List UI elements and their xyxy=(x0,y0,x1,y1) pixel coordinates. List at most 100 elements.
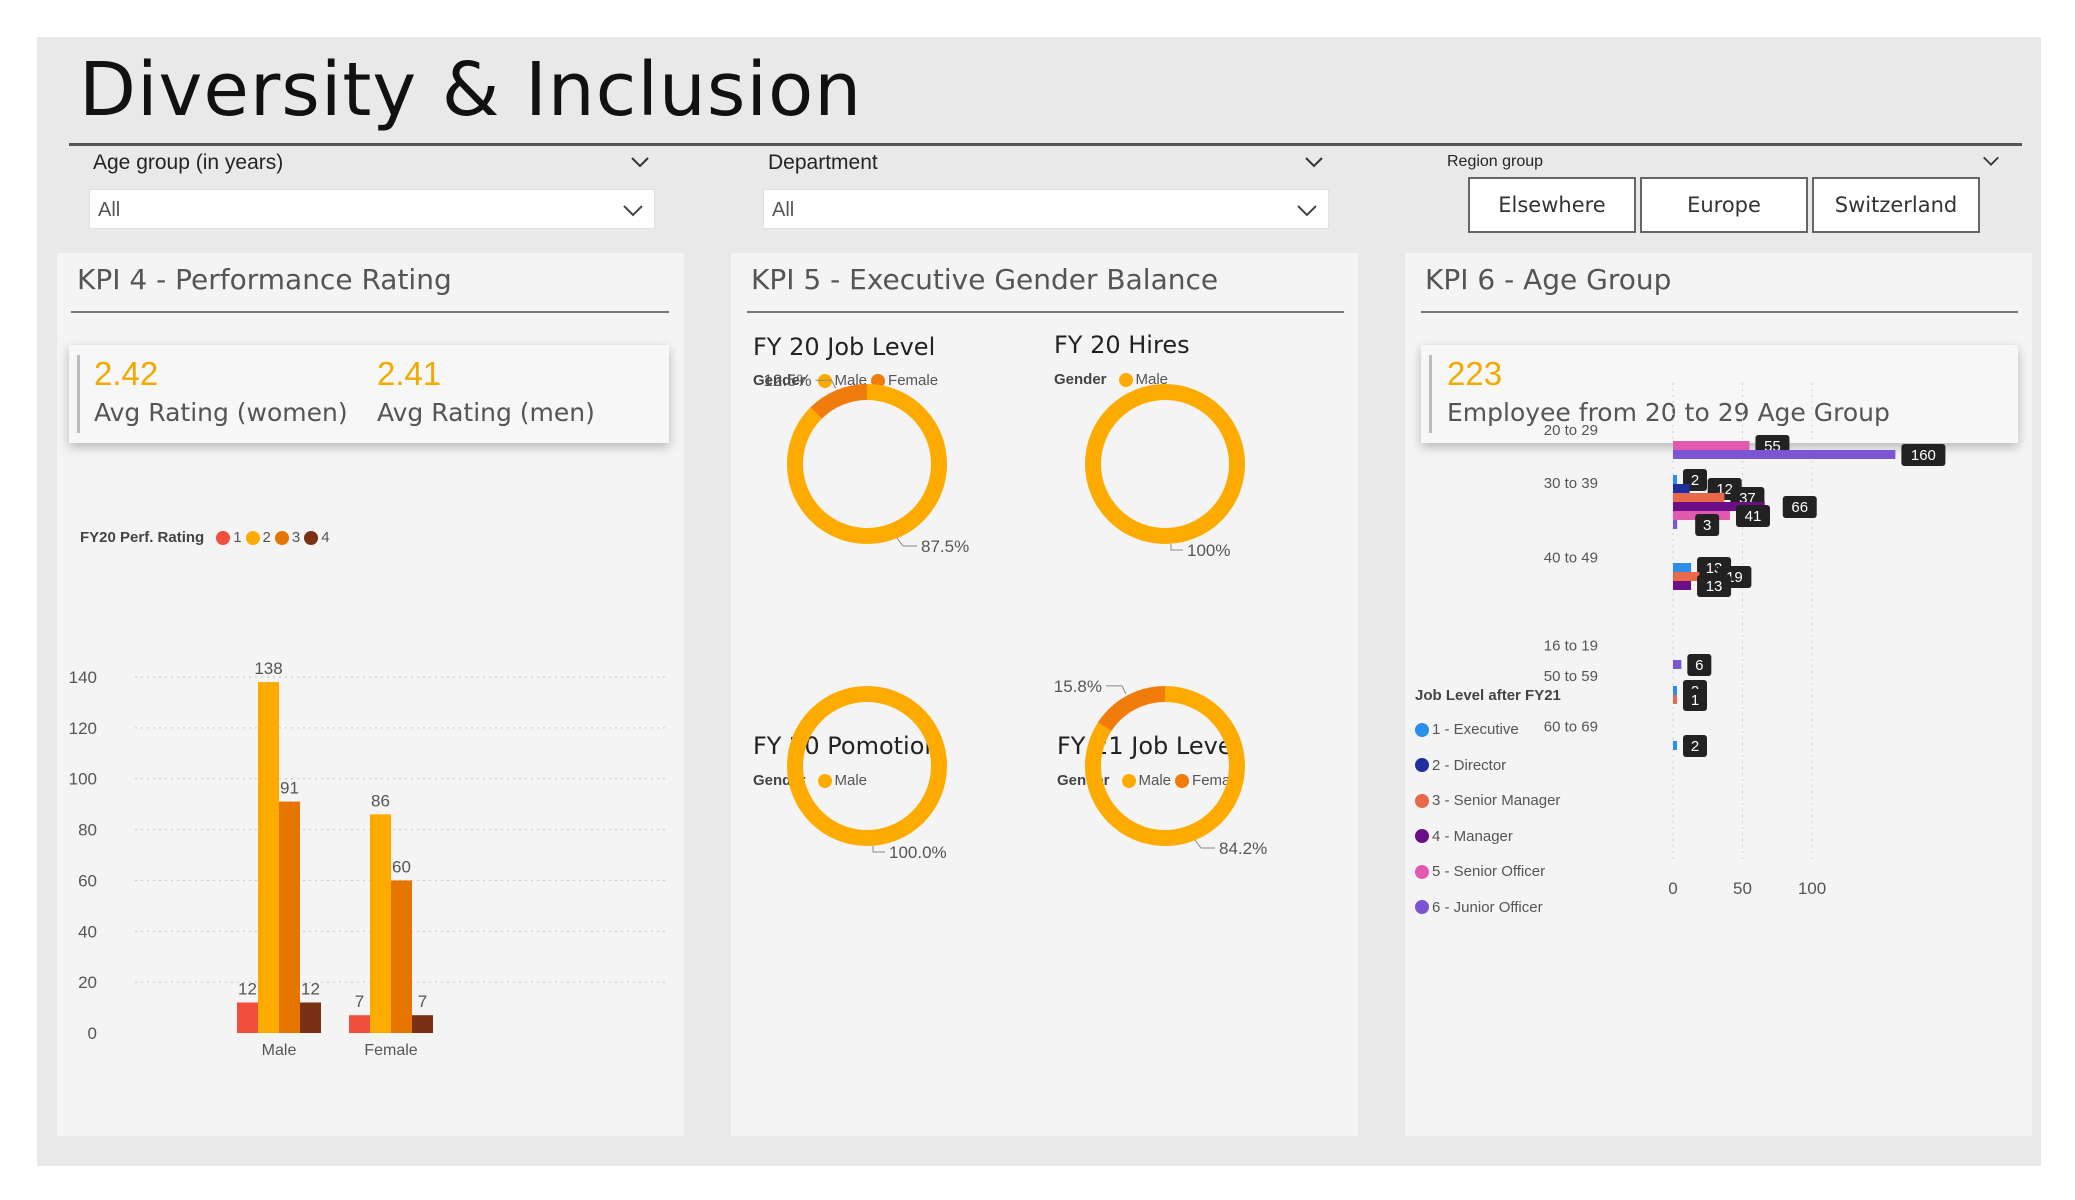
slice-label: 12.5% xyxy=(763,371,811,390)
bar xyxy=(1673,660,1682,669)
data-label: 160 xyxy=(1911,447,1936,464)
leader-line xyxy=(1105,685,1127,695)
data-label: 86 xyxy=(371,791,390,810)
leader-line xyxy=(1170,544,1183,551)
gender-donut-charts: 12.5% 87.5% 100% 100.0% 15.8% 84.2% xyxy=(763,371,1267,862)
bar xyxy=(1673,441,1750,450)
kpi6-panel: KPI 6 - Age Group 223 Employee from 20 t… xyxy=(1405,253,2032,1136)
age-slicer-dropdown[interactable]: All xyxy=(89,189,655,229)
kpi4-panel: KPI 4 - Performance Rating 2.42 Avg Rati… xyxy=(57,253,684,1136)
leader-line xyxy=(815,379,837,389)
data-label: 41 xyxy=(1745,508,1762,525)
leader-line xyxy=(896,537,917,547)
x-tick-label: 0 xyxy=(1668,879,1677,898)
data-label: 12 xyxy=(301,979,320,998)
avg-rating-women-label: Avg Rating (women) xyxy=(94,398,348,427)
donut-slice xyxy=(810,384,868,419)
bar xyxy=(279,801,300,1033)
y-tick-label: 120 xyxy=(69,719,97,738)
region-tile-elsewhere[interactable]: Elsewhere xyxy=(1468,177,1636,233)
kpi4-title: KPI 4 - Performance Rating xyxy=(77,263,452,296)
legend-item-2: 2 xyxy=(262,529,271,546)
y-tick-label: 30 to 39 xyxy=(1544,475,1598,492)
slice-label: 87.5% xyxy=(921,537,969,556)
leader-line xyxy=(1194,839,1215,849)
slice-label: 100.0% xyxy=(889,843,947,862)
data-label: 1 xyxy=(1691,692,1699,709)
perf-rating-legend: FY20 Perf. Rating 1 2 3 4 xyxy=(80,529,330,546)
data-label: 7 xyxy=(418,992,427,1011)
x-tick-label: Male xyxy=(262,1042,297,1059)
bar xyxy=(349,1015,370,1033)
y-tick-label: 60 xyxy=(78,871,97,890)
department-slicer-dropdown[interactable]: All xyxy=(763,189,1329,229)
bar xyxy=(1673,484,1690,493)
bar xyxy=(370,814,391,1033)
bar xyxy=(391,880,412,1033)
slice-label: 15.8% xyxy=(1054,677,1102,696)
kpi4-rating-card: 2.42 Avg Rating (women) 2.41 Avg Rating … xyxy=(69,345,669,443)
report-canvas: Diversity & Inclusion Age group (in year… xyxy=(37,37,2041,1166)
donut-slice xyxy=(787,686,947,846)
kpi5-panel: KPI 5 - Executive Gender Balance FY 20 J… xyxy=(731,253,1358,1136)
age-slicer-label: Age group (in years) xyxy=(93,151,284,174)
bar xyxy=(1673,686,1677,695)
legend-item-3: 3 xyxy=(291,529,301,546)
x-tick-label: Female xyxy=(364,1042,417,1059)
title-divider xyxy=(69,143,2022,146)
data-label: 3 xyxy=(1703,517,1711,534)
bar xyxy=(1673,475,1677,484)
chevron-down-icon xyxy=(1297,205,1317,217)
chevron-down-icon xyxy=(623,205,643,217)
bar xyxy=(1673,741,1677,750)
x-tick-label: 50 xyxy=(1733,879,1752,898)
y-tick-label: 40 to 49 xyxy=(1544,550,1598,567)
legend-dot-icon xyxy=(274,530,289,545)
region-tile-europe[interactable]: Europe xyxy=(1640,177,1808,233)
y-tick-label: 60 to 69 xyxy=(1544,719,1598,736)
age-group-bar-chart: 0 50 10020 to 295516030 to 39 212376641340 … xyxy=(1544,383,1946,898)
y-tick-label: 100 xyxy=(69,770,97,789)
bar xyxy=(412,1015,433,1033)
bar xyxy=(1673,572,1700,581)
data-label: 2 xyxy=(1691,472,1699,489)
avg-rating-women-value: 2.42 xyxy=(94,355,159,392)
bar xyxy=(1673,493,1725,502)
y-tick-label: 20 to 29 xyxy=(1544,422,1598,439)
legend-dot-icon xyxy=(304,530,319,545)
y-tick-label: 40 xyxy=(78,922,97,941)
data-label: 13 xyxy=(1706,578,1723,595)
y-tick-label: 80 xyxy=(78,821,97,840)
region-tile-switzerland[interactable]: Switzerland xyxy=(1812,177,1980,233)
y-tick-label: 0 xyxy=(88,1024,97,1043)
region-slicer-chevron-down-icon[interactable] xyxy=(1981,151,2001,171)
legend-item-1: 1 xyxy=(233,529,242,546)
department-slicer-chevron-down-icon[interactable] xyxy=(1303,151,1325,173)
legend-dot-icon xyxy=(245,530,260,545)
donut-slice xyxy=(1097,686,1166,732)
data-label: 2 xyxy=(1691,738,1699,755)
data-label: 91 xyxy=(280,779,299,798)
department-slicer-value: All xyxy=(772,199,795,221)
legend-item-4: 4 xyxy=(321,529,330,546)
bar xyxy=(258,682,279,1033)
leader-line xyxy=(872,846,885,853)
bar xyxy=(1673,695,1677,704)
department-slicer-label: Department xyxy=(768,151,878,174)
data-label: 12 xyxy=(238,979,257,998)
bar xyxy=(1673,563,1692,572)
slice-label: 100% xyxy=(1187,541,1230,560)
bar xyxy=(300,1002,321,1033)
data-label: 60 xyxy=(392,857,411,876)
donut-slice xyxy=(787,384,947,544)
bar xyxy=(1673,581,1692,590)
y-tick-label: 50 to 59 xyxy=(1544,668,1598,685)
region-slicer-label: Region group xyxy=(1447,153,1544,170)
data-label: 138 xyxy=(254,659,282,678)
bar xyxy=(1673,520,1678,529)
age-slicer-chevron-down-icon[interactable] xyxy=(629,151,651,173)
y-tick-label: 20 xyxy=(78,973,97,992)
card-accent-bar xyxy=(77,355,80,433)
bar xyxy=(237,1002,258,1033)
data-label: 66 xyxy=(1791,499,1808,516)
